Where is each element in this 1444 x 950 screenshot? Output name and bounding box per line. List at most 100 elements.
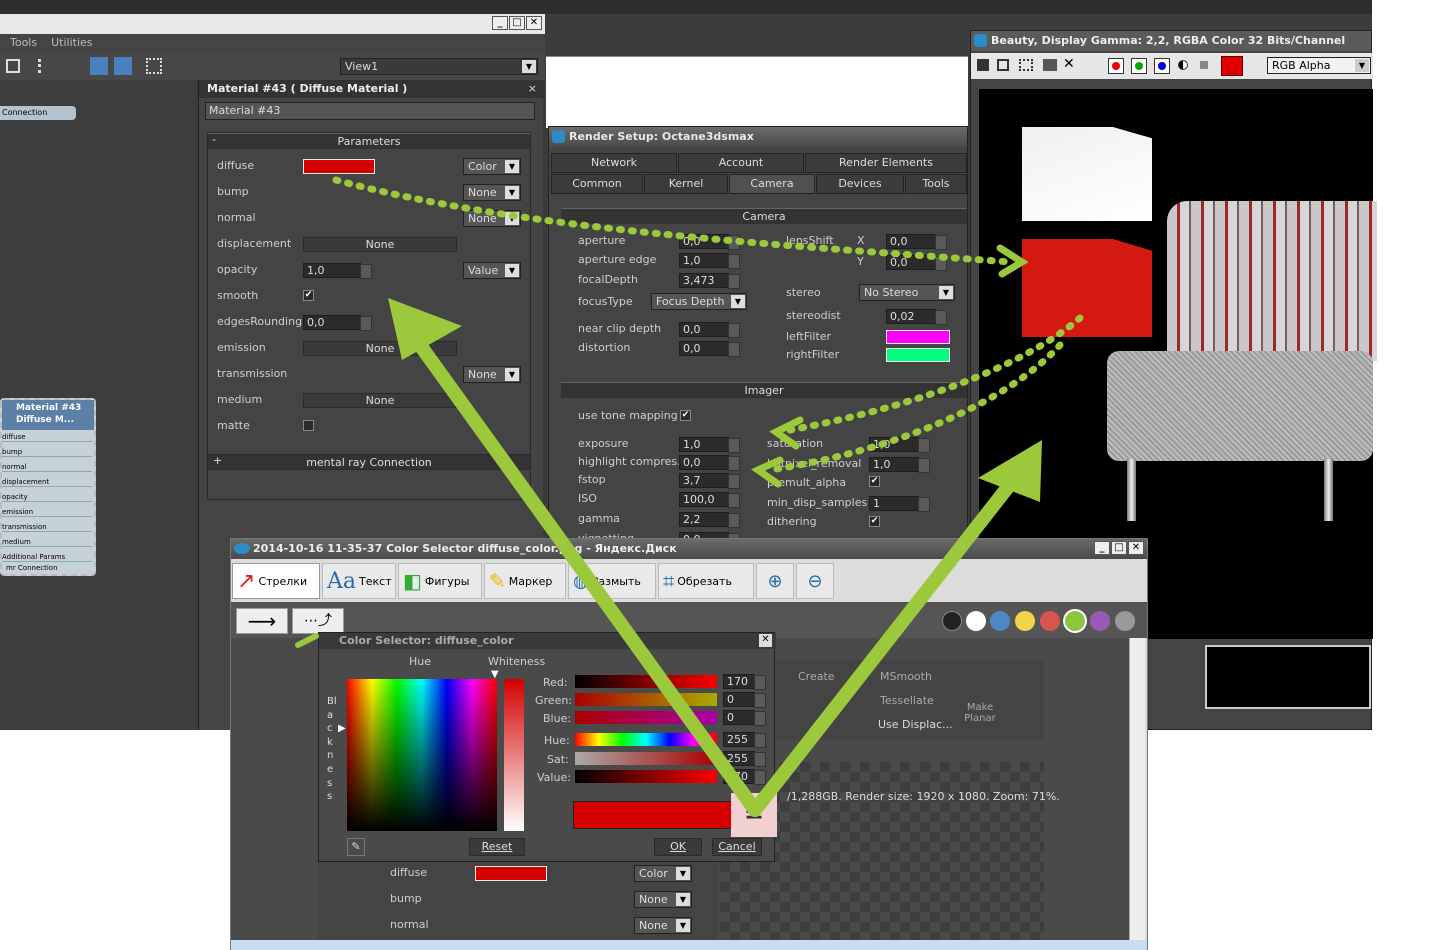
screenshot-scrollbar[interactable] bbox=[1129, 638, 1145, 940]
cam-nearclip-spinner[interactable]: 0,0 bbox=[679, 322, 740, 338]
camera-rollout-header[interactable]: Camera bbox=[561, 208, 967, 224]
green-channel-icon[interactable] bbox=[1131, 58, 1147, 74]
channel-value-value[interactable]: 170 bbox=[723, 769, 766, 785]
tab-devices[interactable]: Devices bbox=[816, 174, 904, 194]
img-dithering-checkbox[interactable]: ✔ bbox=[869, 516, 880, 527]
channel-red-value[interactable]: 170 bbox=[723, 674, 766, 690]
edgesrounding-spinner[interactable]: 0,0 bbox=[303, 315, 372, 331]
channel-select[interactable]: RGB Alpha ▼ bbox=[1267, 57, 1371, 74]
tab-account[interactable]: Account bbox=[678, 153, 804, 173]
clear-icon[interactable]: ✕ bbox=[1063, 56, 1075, 72]
node-slot-4[interactable]: opacity bbox=[2, 493, 92, 502]
channel-hue-slider[interactable] bbox=[575, 733, 717, 746]
node-slot-8[interactable]: Additional Params bbox=[2, 553, 92, 562]
color-red[interactable] bbox=[1040, 611, 1060, 631]
cam-aperture-edge-spinner[interactable]: 1,0 bbox=[679, 253, 740, 269]
color-selector-close[interactable]: ✕ bbox=[759, 634, 772, 647]
stereodist-spinner[interactable]: 0,02 bbox=[886, 309, 947, 325]
leftfilter-swatch[interactable] bbox=[886, 330, 950, 344]
tab-camera[interactable]: Camera bbox=[729, 174, 815, 194]
channel-green-slider[interactable] bbox=[575, 693, 717, 706]
mono-icon[interactable] bbox=[1200, 61, 1208, 69]
alpha-icon[interactable] bbox=[1178, 60, 1188, 70]
tab-tools[interactable]: Tools bbox=[905, 174, 967, 194]
zoom-in-button[interactable]: ⊕ bbox=[756, 563, 794, 599]
channel-sat-value[interactable]: 255 bbox=[723, 751, 766, 767]
img-gamma-spinner[interactable]: 2,2 bbox=[679, 512, 740, 528]
color-yellow[interactable] bbox=[1015, 611, 1035, 631]
channel-hue-value[interactable]: 255 bbox=[723, 732, 766, 748]
img-mindisp-spinner[interactable]: 1 bbox=[869, 496, 930, 512]
hue-blackness-field[interactable] bbox=[347, 679, 497, 831]
viewport-select[interactable]: View1 ▼ bbox=[340, 58, 538, 75]
cam-focaldepth-spinner[interactable]: 3,473 bbox=[679, 273, 740, 289]
normal-type-select[interactable]: None ▼ bbox=[463, 210, 521, 227]
img-highlight-spinner[interactable]: 0,0 bbox=[679, 455, 740, 471]
opacity-type-select[interactable]: Value ▼ bbox=[463, 262, 521, 279]
parameters-header[interactable]: Parameters bbox=[208, 133, 530, 149]
transmission-type-select[interactable]: None ▼ bbox=[463, 366, 521, 383]
bump-type-select[interactable]: None ▼ bbox=[463, 184, 521, 201]
rightfilter-swatch[interactable] bbox=[886, 348, 950, 362]
channel-red-slider[interactable] bbox=[575, 675, 717, 688]
color-purple[interactable] bbox=[1090, 611, 1110, 631]
channel-blue-value[interactable]: 0 bbox=[723, 710, 766, 726]
color-black[interactable] bbox=[942, 611, 962, 631]
medium-button[interactable]: None bbox=[303, 393, 457, 408]
tab-kernel[interactable]: Kernel bbox=[644, 174, 728, 194]
bg-normal-select[interactable]: None ▼ bbox=[634, 917, 692, 934]
opacity-spinner[interactable]: 1,0 bbox=[303, 263, 372, 279]
material-name-field[interactable]: Material #43 bbox=[205, 102, 535, 120]
color-green[interactable] bbox=[1065, 611, 1085, 631]
tab-render-elements[interactable]: Render Elements bbox=[805, 153, 967, 173]
tool-arrows[interactable]: ↗ Стрелки bbox=[232, 563, 320, 599]
stereo-select[interactable]: No Stereo ▼ bbox=[859, 284, 955, 301]
color-white[interactable] bbox=[966, 611, 986, 631]
node-slot-2[interactable]: normal bbox=[2, 463, 92, 472]
ok-button[interactable]: OK bbox=[654, 838, 702, 856]
tool-crop[interactable]: ⌗ Обрезать bbox=[658, 563, 754, 599]
toolbar-icon-b[interactable] bbox=[38, 59, 52, 73]
lensshift-y-spinner[interactable]: 0,0 bbox=[886, 255, 947, 271]
connection-node[interactable]: Connection bbox=[0, 106, 76, 120]
cam-focustype-select[interactable]: Focus Depth ▼ bbox=[651, 293, 747, 310]
lensshift-x-spinner[interactable]: 0,0 bbox=[886, 234, 947, 250]
cam-distortion-spinner[interactable]: 0,0 bbox=[679, 341, 740, 357]
save-icon[interactable] bbox=[977, 59, 989, 71]
line-style-dotted[interactable]: ⋯⤴ bbox=[292, 608, 344, 634]
img-exposure-spinner[interactable]: 1,0 bbox=[679, 437, 740, 453]
zoom-out-button[interactable]: ⊖ bbox=[796, 563, 834, 599]
channel-green-value[interactable]: 0 bbox=[723, 692, 766, 708]
node-slot-1[interactable]: bump bbox=[2, 448, 92, 457]
node-slot-0[interactable]: diffuse bbox=[2, 433, 92, 442]
imager-rollout-header[interactable]: Imager bbox=[561, 382, 967, 398]
bg-diffuse-select[interactable]: Color ▼ bbox=[634, 865, 692, 882]
clone-icon[interactable] bbox=[1019, 59, 1033, 71]
eyedropper-icon[interactable]: ✎ bbox=[347, 838, 365, 856]
tab-common[interactable]: Common bbox=[551, 174, 643, 194]
node-slot-5[interactable]: emission bbox=[2, 508, 92, 517]
img-hotpixel-spinner[interactable]: 1,0 bbox=[869, 457, 930, 473]
diffuse-color-swatch[interactable] bbox=[303, 159, 375, 174]
minimize-button[interactable]: _ bbox=[492, 16, 508, 30]
node-slot-9[interactable]: mr Connection bbox=[6, 564, 92, 572]
node-slot-3[interactable]: displacement bbox=[2, 478, 92, 487]
toolbar-icon-e[interactable] bbox=[146, 58, 162, 74]
displacement-button[interactable]: None bbox=[303, 237, 457, 252]
toolbar-icon-a[interactable] bbox=[6, 59, 20, 73]
reset-button[interactable]: Reset bbox=[469, 838, 525, 856]
shot-minimize-button[interactable]: _ bbox=[1094, 541, 1110, 555]
swatch-red[interactable] bbox=[1221, 56, 1243, 76]
cancel-button[interactable]: Cancel bbox=[712, 838, 762, 856]
whiteness-strip[interactable] bbox=[504, 679, 524, 831]
node-slot-6[interactable]: transmission bbox=[2, 523, 92, 532]
bg-diffuse-swatch[interactable] bbox=[475, 866, 547, 881]
node-slot-7[interactable]: medium bbox=[2, 538, 92, 547]
toolbar-icon-d[interactable] bbox=[114, 57, 132, 75]
close-button[interactable]: ✕ bbox=[526, 16, 542, 30]
channel-value-slider[interactable] bbox=[575, 770, 717, 783]
color-blue[interactable] bbox=[990, 611, 1010, 631]
color-gray[interactable] bbox=[1115, 611, 1135, 631]
material-node[interactable]: Material #43 Diffuse M... diffuse bump no… bbox=[0, 398, 96, 576]
img-fstop-spinner[interactable]: 3,7 bbox=[679, 473, 740, 489]
